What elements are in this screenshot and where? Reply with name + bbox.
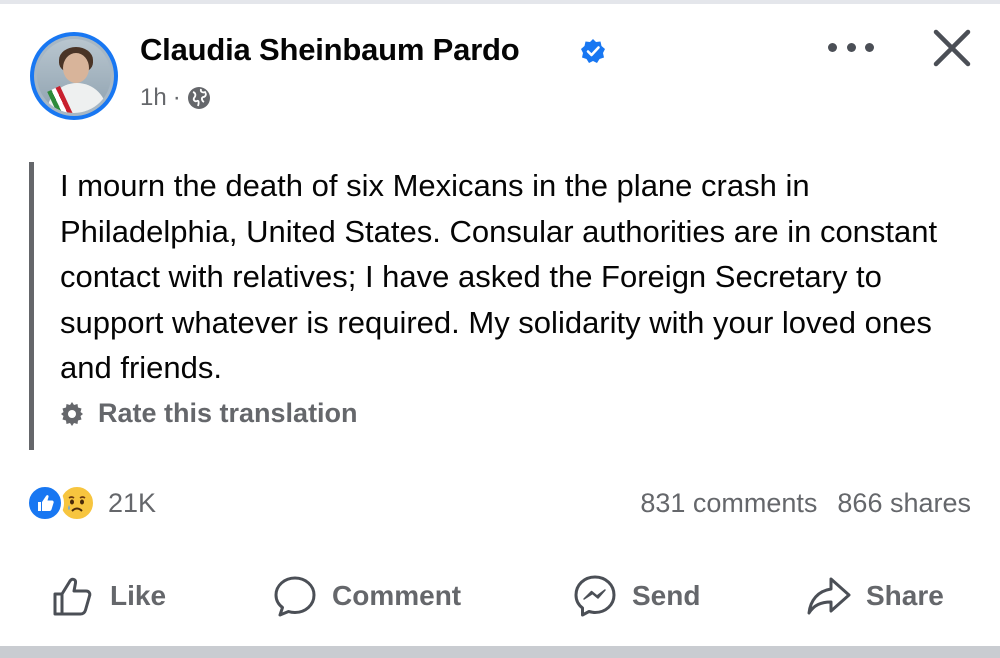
share-button[interactable]: Share [806,566,944,626]
author-name[interactable]: Claudia Sheinbaum Pardo [140,32,520,68]
like-button[interactable]: Like [50,566,166,626]
close-icon[interactable] [930,26,974,70]
gear-icon [61,401,83,426]
comment-button[interactable]: Comment [272,566,461,626]
share-icon [807,577,851,615]
action-bar: Like Comment Send Share [0,566,1000,626]
post-meta: 1h · [140,84,211,112]
shares-count[interactable]: 866 shares [837,488,971,519]
more-options-icon[interactable] [828,34,874,60]
comments-count[interactable]: 831 comments [640,488,817,519]
rate-translation-label: Rate this translation [98,398,358,428]
share-label: Share [866,580,944,611]
globe-icon [187,87,210,109]
send-button[interactable]: Send [572,566,700,626]
post-timestamp[interactable]: 1h [140,84,167,112]
post-stats: 831 comments 866 shares [640,488,971,519]
like-label: Like [110,580,167,611]
messenger-send-icon [574,575,616,617]
reaction-summary[interactable]: 21K [26,484,156,522]
like-reaction-icon [26,484,64,522]
reaction-count: 21K [108,487,157,518]
post-text: I mourn the death of six Mexicans in the… [60,168,938,386]
top-divider [0,0,1000,4]
comment-icon [274,576,316,617]
avatar-photo [37,39,111,113]
meta-separator: · [172,84,181,111]
bottom-divider [0,646,1000,658]
send-label: Send [632,580,701,611]
rate-translation-link[interactable]: Rate this translation [60,398,358,429]
like-icon [53,577,92,616]
translation-quote-bar [29,162,34,450]
verified-badge-icon [581,39,605,63]
comment-label: Comment [332,580,462,611]
avatar[interactable] [30,32,118,120]
